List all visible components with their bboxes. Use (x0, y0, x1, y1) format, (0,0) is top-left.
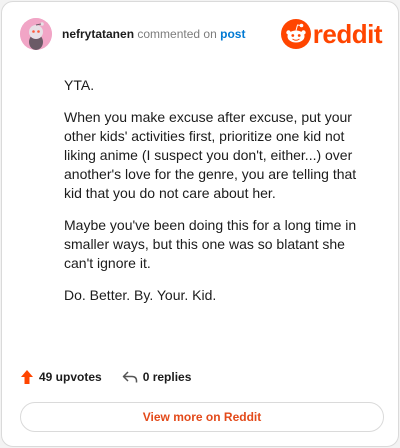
reddit-wordmark: reddit (312, 19, 383, 49)
comment-paragraph: When you make excuse after excuse, put y… (64, 109, 357, 201)
reddit-snoo-icon (280, 19, 311, 49)
view-more-button[interactable]: View more on Reddit (20, 402, 384, 432)
upvote-arrow-icon (21, 370, 33, 384)
reply-count: 0 replies (142, 370, 192, 384)
upvote-button[interactable]: 49 upvotes (20, 369, 102, 385)
comment-paragraph: Do. Better. By. Your. Kid. (64, 287, 217, 303)
post-link[interactable]: post (220, 27, 245, 41)
comment-embed-card: nefrytatanen commented on post reddit YT… (1, 1, 399, 447)
comment-paragraph: YTA. (64, 77, 95, 93)
snoo-avatar-icon (20, 18, 52, 50)
username-link[interactable]: nefrytatanen (62, 27, 134, 41)
avatar[interactable] (20, 18, 52, 50)
upvote-count: 49 upvotes (39, 370, 102, 384)
comment-paragraph: Maybe you've been doing this for a long … (64, 217, 357, 271)
comment-header: nefrytatanen commented on post reddit (20, 18, 383, 54)
reddit-logo[interactable]: reddit (280, 18, 383, 50)
comment-meta: nefrytatanen commented on post (62, 27, 245, 41)
comment-footer: 49 upvotes 0 replies (20, 366, 191, 388)
commented-on-text: commented on (137, 27, 217, 41)
reply-button[interactable]: 0 replies (122, 370, 192, 384)
reply-arrow-icon (122, 371, 137, 383)
comment-body: YTA. When you make excuse after excuse, … (64, 76, 374, 318)
